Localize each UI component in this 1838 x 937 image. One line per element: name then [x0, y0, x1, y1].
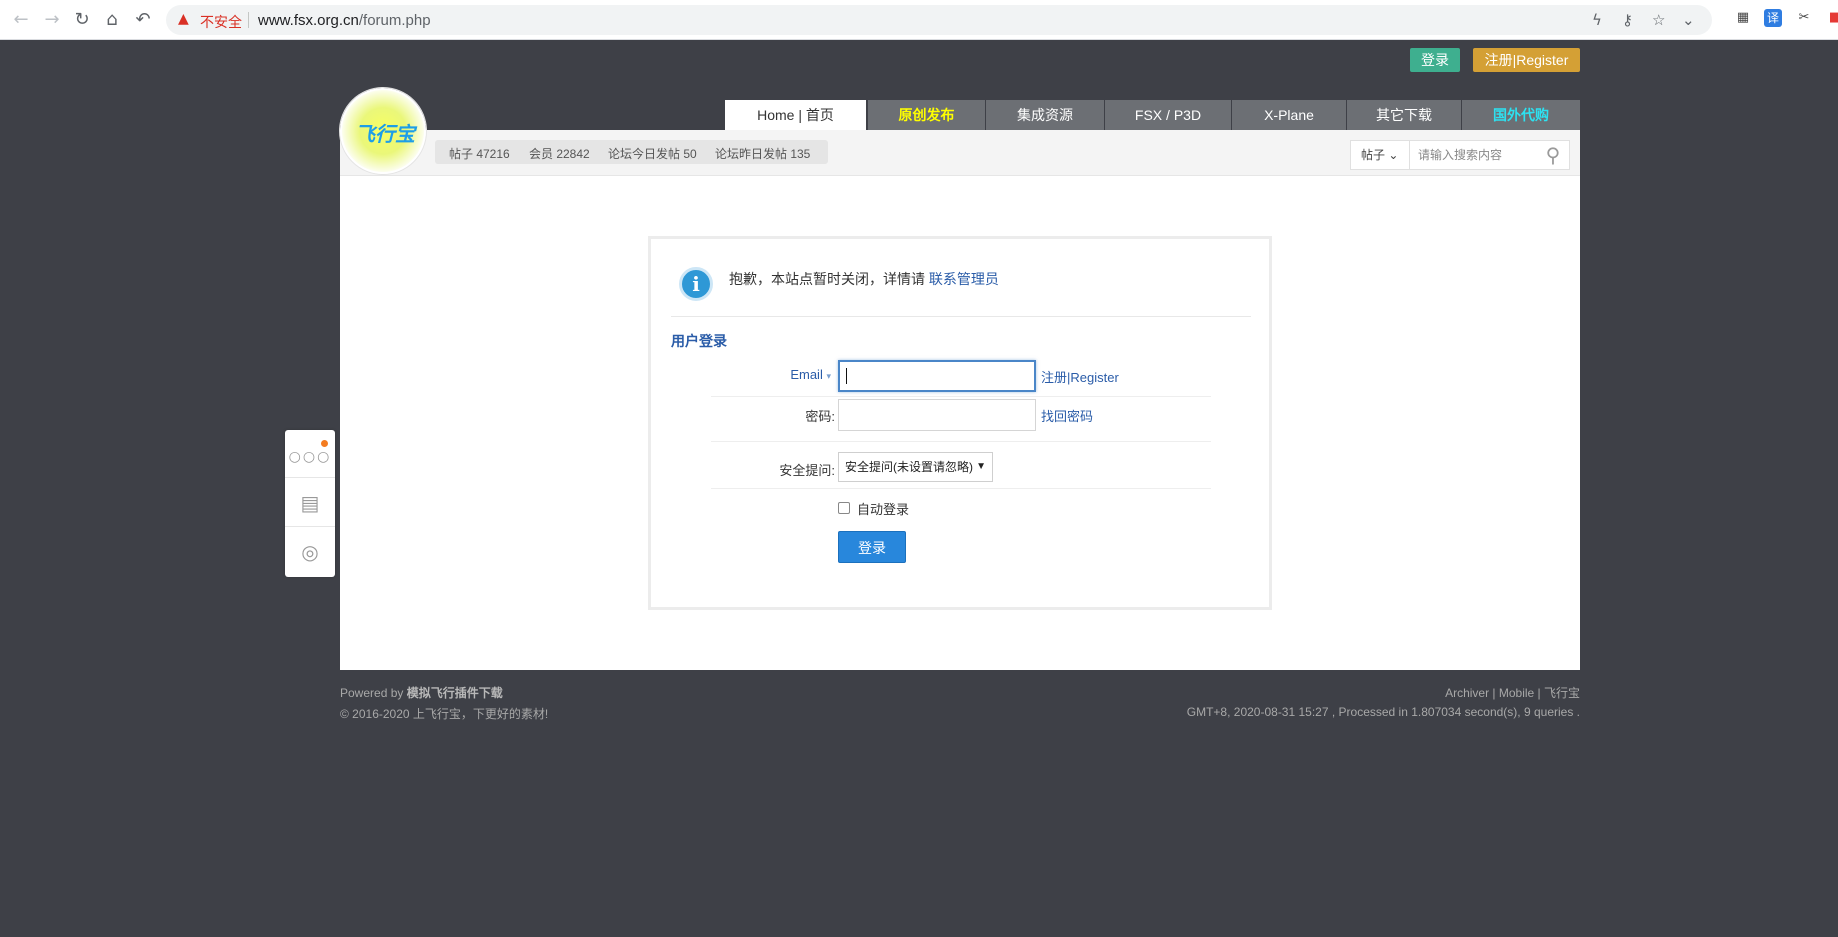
- email-field[interactable]: [838, 360, 1036, 392]
- login-title: 用户登录: [671, 333, 727, 349]
- footer-links[interactable]: Archiver | Mobile | 飞行宝: [1430, 684, 1580, 701]
- address-bar[interactable]: ▲ 不安全 www.fsx.org.cn/forum.php ϟ ⚷ ☆ ⌄: [166, 5, 1712, 35]
- divider: [711, 441, 1211, 442]
- tab-other-downloads[interactable]: 其它下载: [1347, 100, 1461, 130]
- security-question-label: 安全提问:: [779, 463, 835, 478]
- address-separator: [248, 12, 249, 28]
- tab-overseas-purchase[interactable]: 国外代购: [1462, 100, 1580, 130]
- pdf-icon[interactable]: ■: [1826, 9, 1838, 27]
- undo-icon[interactable]: ↶: [132, 9, 154, 31]
- flash-icon[interactable]: ϟ: [1592, 11, 1602, 29]
- register-link[interactable]: 注册|Register: [1041, 367, 1119, 386]
- email-label[interactable]: Email ▾: [751, 367, 831, 382]
- list-icon[interactable]: ▤: [285, 479, 335, 527]
- tab-original[interactable]: 原创发布: [868, 100, 985, 130]
- tab-fsx-p3d[interactable]: FSX / P3D: [1105, 100, 1231, 130]
- stat-today: 论坛今日发帖 50: [608, 147, 697, 161]
- login-panel: i 抱歉，本站点暂时关闭，详情请 联系管理员 用户登录 Email ▾ 注册|R…: [648, 236, 1272, 610]
- url-text[interactable]: www.fsx.org.cn/forum.php: [258, 12, 431, 29]
- notice-text: 抱歉，本站点暂时关闭，详情请: [729, 271, 925, 287]
- password-field[interactable]: [838, 399, 1036, 431]
- tab-xplane[interactable]: X-Plane: [1232, 100, 1346, 130]
- side-toolbar: ○○○ ▤ ◎: [285, 430, 335, 577]
- chevron-down-icon: ⌄: [1388, 148, 1399, 162]
- forgot-password-link[interactable]: 找回密码: [1041, 406, 1093, 425]
- home-icon[interactable]: ⌂: [101, 9, 123, 31]
- scissors-icon[interactable]: ✂: [1795, 9, 1813, 27]
- forward-icon[interactable]: →: [41, 9, 63, 31]
- search-icon[interactable]: ⚲: [1540, 142, 1566, 168]
- star-icon[interactable]: ☆: [1652, 11, 1665, 29]
- powered-by-link[interactable]: 模拟飞行插件下载: [407, 686, 503, 700]
- divider: [711, 396, 1211, 397]
- copyright: © 2016-2020 上飞行宝，下更好的素材!: [340, 707, 549, 721]
- info-icon: i: [679, 267, 713, 301]
- login-submit-button[interactable]: 登录: [838, 531, 906, 563]
- stat-members: 会员 22842: [529, 147, 590, 161]
- qr-icon[interactable]: ▦: [1734, 9, 1752, 27]
- closed-notice: 抱歉，本站点暂时关闭，详情请 联系管理员: [729, 269, 999, 289]
- divider: [671, 316, 1251, 317]
- password-label: 密码:: [805, 409, 835, 424]
- warning-icon: ▲: [178, 11, 189, 27]
- stat-yesterday: 论坛昨日发帖 135: [715, 147, 811, 161]
- key-icon[interactable]: ⚷: [1622, 11, 1633, 29]
- security-label: 不安全: [200, 14, 242, 30]
- chevron-down-icon[interactable]: ⌄: [1682, 11, 1695, 29]
- forum-stats: 帖子 47216 会员 22842 论坛今日发帖 50 论坛昨日发帖 135: [435, 140, 828, 164]
- auto-login-checkbox[interactable]: [838, 502, 850, 514]
- notification-dot: [321, 440, 328, 447]
- site-logo[interactable]: 飞行宝: [340, 88, 426, 174]
- browser-toolbar: ← → ↻ ⌂ ↶ ▲ 不安全 www.fsx.org.cn/forum.php…: [0, 0, 1838, 40]
- top-register-button[interactable]: 注册|Register: [1473, 48, 1580, 72]
- dropdown-arrow-icon: ▼: [976, 461, 986, 472]
- back-icon[interactable]: ←: [10, 9, 32, 31]
- top-login-button[interactable]: 登录: [1410, 48, 1460, 72]
- contact-admin-link[interactable]: 联系管理员: [929, 271, 999, 287]
- security-question-select[interactable]: 安全提问(未设置请忽略) ▼: [838, 452, 993, 482]
- reload-icon[interactable]: ↻: [71, 9, 93, 31]
- footer-stats: GMT+8, 2020-08-31 15:27 , Processed in 1…: [1186, 705, 1580, 719]
- more-icon[interactable]: ○○○: [285, 430, 335, 478]
- search-type-select[interactable]: 帖子 ⌄: [1350, 140, 1410, 170]
- tab-resources[interactable]: 集成资源: [986, 100, 1104, 130]
- powered-by: Powered by 模拟飞行插件下载: [340, 686, 503, 700]
- stat-posts: 帖子 47216: [449, 147, 510, 161]
- text-caret: [846, 368, 847, 384]
- chat-icon[interactable]: ◎: [285, 528, 335, 576]
- translate-icon[interactable]: 译: [1764, 9, 1782, 27]
- tab-home[interactable]: Home | 首页: [725, 100, 866, 130]
- logo-text: 飞行宝: [355, 124, 415, 146]
- divider: [711, 488, 1211, 489]
- auto-login-label[interactable]: 自动登录: [857, 499, 909, 518]
